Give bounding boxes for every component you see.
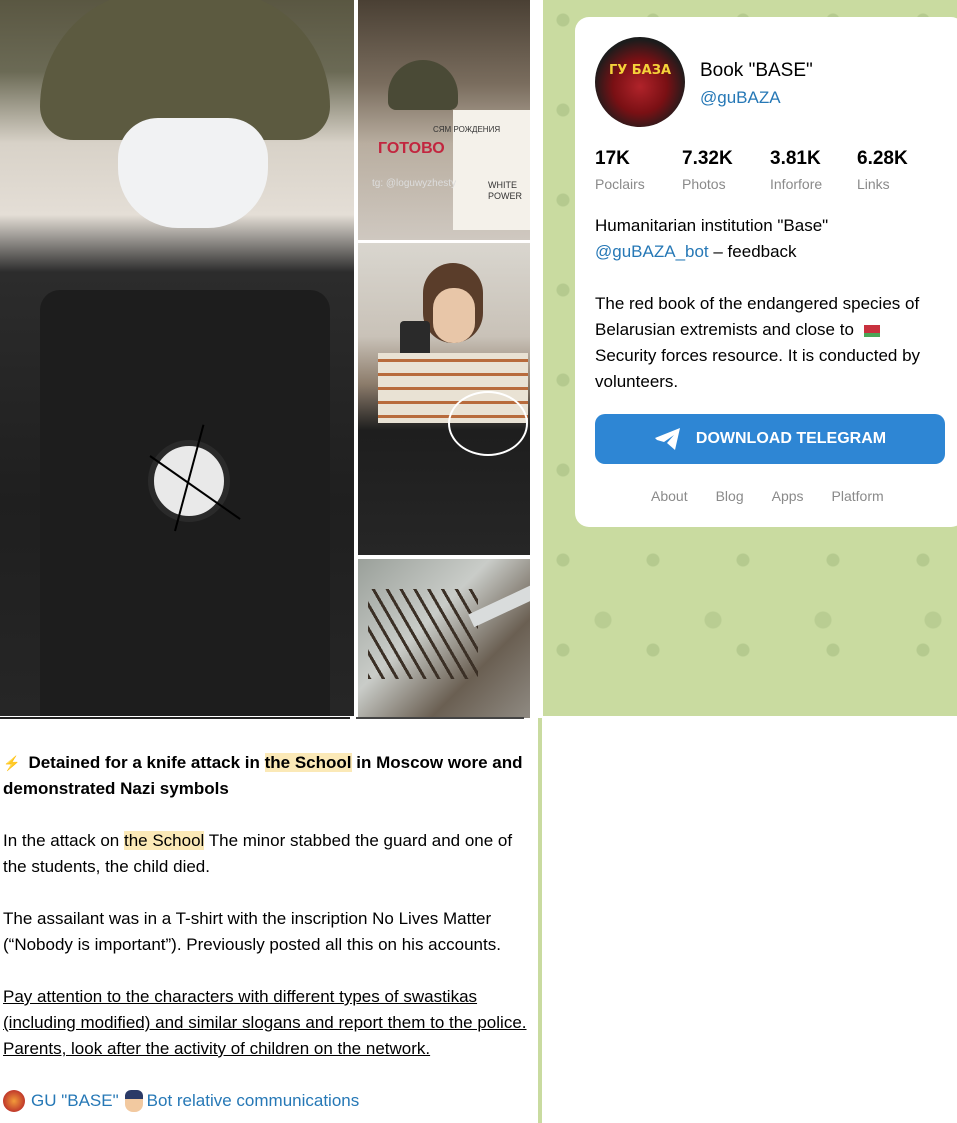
divider-line bbox=[356, 717, 524, 719]
footer-link-platform[interactable]: Platform bbox=[832, 488, 884, 504]
photo-main-helmet-vest[interactable] bbox=[0, 0, 354, 716]
sign-text: ГОТОВО bbox=[378, 140, 445, 157]
bot-link[interactable]: @guBAZA_bot bbox=[595, 242, 709, 261]
circle-annotation bbox=[448, 391, 528, 456]
description-line: Humanitarian institution "Base" bbox=[595, 216, 829, 235]
post-warning-paragraph: Pay attention to the characters with dif… bbox=[3, 987, 527, 1058]
post-headline: ⚡ Detained for a knife attack in the Scho… bbox=[3, 750, 531, 802]
belarus-flag-icon bbox=[860, 324, 880, 337]
footer-link-blog[interactable]: Blog bbox=[716, 488, 744, 504]
highlight-term: the School bbox=[123, 831, 205, 850]
channel-emoji-icon bbox=[3, 1090, 25, 1112]
stat-photos: 7.32K Photos bbox=[682, 148, 733, 192]
stat-value: 17K bbox=[595, 148, 630, 169]
avatar-label: ГУ БАЗА bbox=[608, 63, 672, 78]
divider-line bbox=[0, 717, 350, 719]
photo-collage: ГОТОВО СЯМ РОЖДЕНИЯ tg: @loguwyzhesty WH… bbox=[0, 0, 532, 720]
download-telegram-button[interactable]: DOWNLOAD TELEGRAM bbox=[595, 414, 945, 464]
channel-title: Book "BASE" bbox=[700, 60, 813, 81]
footer-links: About Blog Apps Platform bbox=[651, 488, 912, 504]
stat-videos: 3.81K Inforfore bbox=[770, 148, 822, 192]
channel-description: Humanitarian institution "Base" @guBAZA_… bbox=[595, 213, 945, 395]
face-shape bbox=[433, 288, 475, 343]
helmet-shape bbox=[388, 60, 458, 110]
footer-link-apps[interactable]: Apps bbox=[772, 488, 804, 504]
footer-link-about[interactable]: About bbox=[651, 488, 688, 504]
headline-text: Detained for a knife attack in bbox=[28, 753, 265, 772]
post-body: ⚡ Detained for a knife attack in the Scho… bbox=[3, 750, 531, 1114]
photo-sign-holding[interactable]: ГОТОВО СЯМ РОЖДЕНИЯ tg: @loguwyzhesty WH… bbox=[358, 0, 530, 240]
stat-label: Photos bbox=[682, 176, 726, 192]
stat-links: 6.28K Links bbox=[857, 148, 908, 192]
post-paragraph: In the attack on the School The minor st… bbox=[3, 828, 531, 880]
description-feedback-line: @guBAZA_bot – feedback bbox=[595, 239, 945, 265]
paragraph-text: In the attack on bbox=[3, 831, 124, 850]
telegram-plane-icon bbox=[654, 428, 680, 450]
stat-value: 7.32K bbox=[682, 148, 733, 169]
signature-bot-link[interactable]: Bot relative communications bbox=[147, 1088, 360, 1114]
stat-label: Poclairs bbox=[595, 176, 645, 192]
tree-shape bbox=[368, 589, 478, 679]
sign-caption: СЯМ РОЖДЕНИЯ bbox=[433, 125, 501, 134]
stat-label: Links bbox=[857, 176, 890, 192]
stat-value: 6.28K bbox=[857, 148, 908, 169]
post-accent-bar bbox=[538, 718, 542, 1123]
channel-handle-link[interactable]: @guBAZA bbox=[700, 88, 781, 108]
post-paragraph: The assailant was in a T-shirt with the … bbox=[3, 909, 501, 954]
download-label: DOWNLOAD TELEGRAM bbox=[695, 430, 887, 447]
photo-street-scene[interactable] bbox=[358, 559, 530, 718]
post-signature: GU "BASE" Bot relative communications bbox=[3, 1088, 531, 1114]
description-text: Security forces resource. It is conducte… bbox=[595, 346, 921, 391]
feedback-text: – feedback bbox=[708, 242, 797, 261]
photo-mirror-selfie[interactable] bbox=[358, 243, 530, 555]
stat-label: Inforfore bbox=[770, 176, 823, 192]
highlight-term: the School bbox=[264, 753, 352, 772]
sign-text-2: WHITE POWER bbox=[488, 180, 523, 201]
stat-value: 3.81K bbox=[770, 148, 821, 169]
channel-avatar[interactable]: ГУ БАЗА bbox=[595, 37, 685, 127]
description-paragraph: The red book of the endangered species o… bbox=[595, 291, 945, 395]
signature-channel-link[interactable]: GU "BASE" bbox=[31, 1088, 119, 1114]
lightning-icon: ⚡ bbox=[3, 755, 21, 771]
police-officer-emoji-icon bbox=[124, 1090, 143, 1112]
stat-subscribers: 17K Poclairs bbox=[595, 148, 645, 192]
face-mask-shape bbox=[118, 118, 268, 228]
watermark-handle: tg: @loguwyzhesty bbox=[372, 178, 457, 189]
